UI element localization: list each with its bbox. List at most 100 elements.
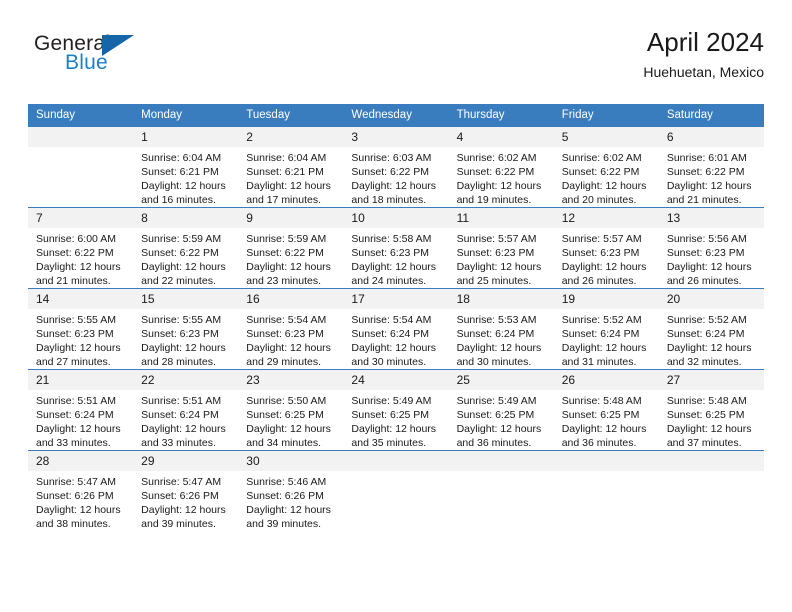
sunrise-text: Sunrise: 5:58 AM — [351, 233, 432, 245]
day-details: Sunrise: 5:58 AM Sunset: 6:23 PM Daylight:… — [343, 228, 448, 288]
calendar-day-cell[interactable]: 2 Sunrise: 6:04 AM Sunset: 6:21 PM Daylight… — [238, 126, 344, 208]
sunrise-text: Sunrise: 5:50 AM — [246, 395, 327, 407]
calendar-day-cell[interactable]: 17 Sunrise: 5:54 AM Sunset: 6:24 PM Dayligh… — [343, 288, 449, 370]
calendar-day-cell[interactable]: 12 Sunrise: 5:57 AM Sunset: 6:23 PM Dayligh… — [553, 207, 659, 289]
calendar-day-cell[interactable]: 15 Sunrise: 5:55 AM Sunset: 6:23 PM Dayligh… — [133, 288, 239, 370]
sunrise-text: Sunrise: 5:55 AM — [141, 314, 222, 326]
calendar-day-cell[interactable]: 1 Sunrise: 6:04 AM Sunset: 6:21 PM Daylight… — [133, 126, 239, 208]
calendar-day-cell[interactable]: 22 Sunrise: 5:51 AM Sunset: 6:24 PM Dayligh… — [133, 369, 239, 451]
sunset-text: Sunset: 6:24 PM — [666, 328, 745, 340]
page-subtitle: Huehuetan, Mexico — [643, 64, 764, 80]
calendar-day-cell[interactable]: 25 Sunrise: 5:49 AM Sunset: 6:25 PM Dayligh… — [448, 369, 554, 451]
day-number: 9 — [238, 208, 344, 228]
title-block: April 2024 Huehuetan, Mexico — [643, 26, 764, 82]
calendar-week-row: 1 Sunrise: 6:04 AM Sunset: 6:21 PM Daylight… — [28, 126, 764, 208]
sunset-text: Sunset: 6:23 PM — [456, 247, 535, 259]
daylight-text: Daylight: 12 hours and 35 minutes. — [351, 423, 437, 449]
calendar-day-cell[interactable]: 5 Sunrise: 6:02 AM Sunset: 6:22 PM Daylight… — [553, 126, 659, 208]
calendar-page: General Blue April 2024 Huehuetan, Mexic… — [0, 0, 792, 612]
day-details: Sunrise: 5:54 AM Sunset: 6:24 PM Daylight:… — [343, 309, 448, 369]
day-details: Sunrise: 5:55 AM Sunset: 6:23 PM Daylight:… — [133, 309, 238, 369]
calendar-header-row: Sunday Monday Tuesday Wednesday Thursday Frid… — [28, 104, 764, 127]
calendar-day-cell[interactable]: 3 Sunrise: 6:03 AM Sunset: 6:22 PM Daylight… — [343, 126, 449, 208]
calendar-day-cell-empty — [28, 126, 134, 208]
calendar-day-cell[interactable]: 4 Sunrise: 6:02 AM Sunset: 6:22 PM Daylight… — [448, 126, 554, 208]
sunrise-text: Sunrise: 5:51 AM — [141, 395, 222, 407]
daylight-text: Daylight: 12 hours and 18 minutes. — [351, 180, 437, 206]
day-details: Sunrise: 5:49 AM Sunset: 6:25 PM Daylight:… — [449, 390, 554, 450]
calendar-day-cell[interactable]: 21 Sunrise: 5:51 AM Sunset: 6:24 PM Dayligh… — [28, 369, 134, 451]
calendar-day-cell[interactable]: 16 Sunrise: 5:54 AM Sunset: 6:23 PM Dayligh… — [238, 288, 344, 370]
sunset-text: Sunset: 6:24 PM — [351, 328, 430, 340]
calendar-day-cell[interactable]: 26 Sunrise: 5:48 AM Sunset: 6:25 PM Dayligh… — [553, 369, 659, 451]
sunset-text: Sunset: 6:26 PM — [36, 490, 114, 502]
calendar-week-row: 7 Sunrise: 6:00 AM Sunset: 6:22 PM Daylight… — [28, 207, 764, 289]
page-header: General Blue April 2024 Huehuetan, Mexic… — [28, 26, 764, 90]
sunset-text: Sunset: 6:22 PM — [246, 247, 324, 259]
calendar-day-cell[interactable]: 11 Sunrise: 5:57 AM Sunset: 6:23 PM Dayligh… — [448, 207, 554, 289]
day-details: Sunrise: 5:52 AM Sunset: 6:24 PM Daylight:… — [554, 309, 659, 369]
sunset-text: Sunset: 6:23 PM — [666, 247, 745, 259]
sunset-text: Sunset: 6:22 PM — [141, 247, 219, 259]
weekday-header-friday: Friday — [553, 104, 659, 127]
daylight-text: Daylight: 12 hours and 36 minutes. — [456, 423, 542, 449]
daylight-text: Daylight: 12 hours and 21 minutes. — [666, 180, 752, 206]
calendar-day-cell[interactable]: 27 Sunrise: 5:48 AM Sunset: 6:25 PM Dayligh… — [658, 369, 764, 451]
calendar-day-cell[interactable]: 19 Sunrise: 5:52 AM Sunset: 6:24 PM Dayligh… — [553, 288, 659, 370]
daylight-text: Daylight: 12 hours and 39 minutes. — [141, 504, 226, 530]
day-details: Sunrise: 6:02 AM Sunset: 6:22 PM Daylight:… — [554, 147, 659, 207]
calendar-day-cell[interactable]: 24 Sunrise: 5:49 AM Sunset: 6:25 PM Dayligh… — [343, 369, 449, 451]
calendar-day-cell[interactable]: 23 Sunrise: 5:50 AM Sunset: 6:25 PM Dayligh… — [238, 369, 344, 451]
calendar-day-cell[interactable]: 30 Sunrise: 5:46 AM Sunset: 6:26 PM Dayligh… — [238, 450, 344, 531]
daylight-text: Daylight: 12 hours and 33 minutes. — [141, 423, 226, 449]
sunrise-text: Sunrise: 6:02 AM — [561, 152, 642, 164]
sunrise-text: Sunrise: 5:54 AM — [246, 314, 327, 326]
calendar-day-cell[interactable]: 18 Sunrise: 5:53 AM Sunset: 6:24 PM Dayligh… — [448, 288, 554, 370]
day-details: Sunrise: 6:02 AM Sunset: 6:22 PM Daylight:… — [449, 147, 554, 207]
sunrise-text: Sunrise: 6:04 AM — [246, 152, 327, 164]
sunrise-text: Sunrise: 5:53 AM — [456, 314, 537, 326]
calendar-day-cell[interactable]: 10 Sunrise: 5:58 AM Sunset: 6:23 PM Dayligh… — [343, 207, 449, 289]
calendar-day-cell-empty — [343, 450, 449, 531]
sunrise-text: Sunrise: 6:03 AM — [351, 152, 432, 164]
day-details: Sunrise: 5:52 AM Sunset: 6:24 PM Daylight:… — [659, 309, 764, 369]
calendar-day-cell[interactable]: 13 Sunrise: 5:56 AM Sunset: 6:23 PM Dayligh… — [658, 207, 764, 289]
day-number: 1 — [133, 127, 239, 147]
sunrise-text: Sunrise: 5:46 AM — [246, 476, 327, 488]
day-number: 5 — [553, 127, 659, 147]
page-title: April 2024 — [646, 27, 764, 57]
weekday-header-sunday: Sunday — [28, 104, 134, 127]
daylight-text: Daylight: 12 hours and 26 minutes. — [666, 261, 752, 287]
day-details: Sunrise: 6:03 AM Sunset: 6:22 PM Daylight:… — [343, 147, 448, 207]
day-details: Sunrise: 5:54 AM Sunset: 6:23 PM Daylight:… — [238, 309, 343, 369]
day-number: 23 — [238, 370, 344, 390]
daylight-text: Daylight: 12 hours and 16 minutes. — [141, 180, 226, 206]
sunset-text: Sunset: 6:25 PM — [351, 409, 430, 421]
calendar-day-cell[interactable]: 29 Sunrise: 5:47 AM Sunset: 6:26 PM Dayligh… — [133, 450, 239, 531]
day-details: Sunrise: 5:46 AM Sunset: 6:26 PM Daylight:… — [238, 471, 343, 531]
day-details: Sunrise: 5:47 AM Sunset: 6:26 PM Daylight:… — [133, 471, 238, 531]
day-number: 20 — [658, 289, 764, 309]
weekday-header-wednesday: Wednesday — [343, 104, 449, 127]
calendar-week-row: 28 Sunrise: 5:47 AM Sunset: 6:26 PM Dayligh… — [28, 450, 764, 531]
sunset-text: Sunset: 6:21 PM — [246, 166, 324, 178]
sunset-text: Sunset: 6:23 PM — [36, 328, 114, 340]
day-number: 16 — [238, 289, 344, 309]
day-number: 15 — [133, 289, 239, 309]
calendar-day-cell[interactable]: 14 Sunrise: 5:55 AM Sunset: 6:23 PM Dayligh… — [28, 288, 134, 370]
calendar-day-cell[interactable]: 8 Sunrise: 5:59 AM Sunset: 6:22 PM Daylight… — [133, 207, 239, 289]
sunrise-text: Sunrise: 5:52 AM — [666, 314, 747, 326]
calendar-day-cell[interactable]: 9 Sunrise: 5:59 AM Sunset: 6:22 PM Daylight… — [238, 207, 344, 289]
day-details: Sunrise: 5:59 AM Sunset: 6:22 PM Daylight:… — [133, 228, 238, 288]
daylight-text: Daylight: 12 hours and 31 minutes. — [561, 342, 647, 368]
day-number: 8 — [133, 208, 239, 228]
sunset-text: Sunset: 6:23 PM — [141, 328, 219, 340]
daylight-text: Daylight: 12 hours and 29 minutes. — [246, 342, 331, 368]
calendar-day-cell[interactable]: 20 Sunrise: 5:52 AM Sunset: 6:24 PM Dayligh… — [658, 288, 764, 370]
calendar-day-cell[interactable]: 7 Sunrise: 6:00 AM Sunset: 6:22 PM Daylight… — [28, 207, 134, 289]
calendar-day-cell[interactable]: 6 Sunrise: 6:01 AM Sunset: 6:22 PM Daylight… — [658, 126, 764, 208]
calendar-day-cell[interactable]: 28 Sunrise: 5:47 AM Sunset: 6:26 PM Dayligh… — [28, 450, 134, 531]
day-number: 28 — [28, 451, 134, 471]
sunrise-text: Sunrise: 5:51 AM — [36, 395, 116, 407]
weekday-header-monday: Monday — [133, 104, 239, 127]
